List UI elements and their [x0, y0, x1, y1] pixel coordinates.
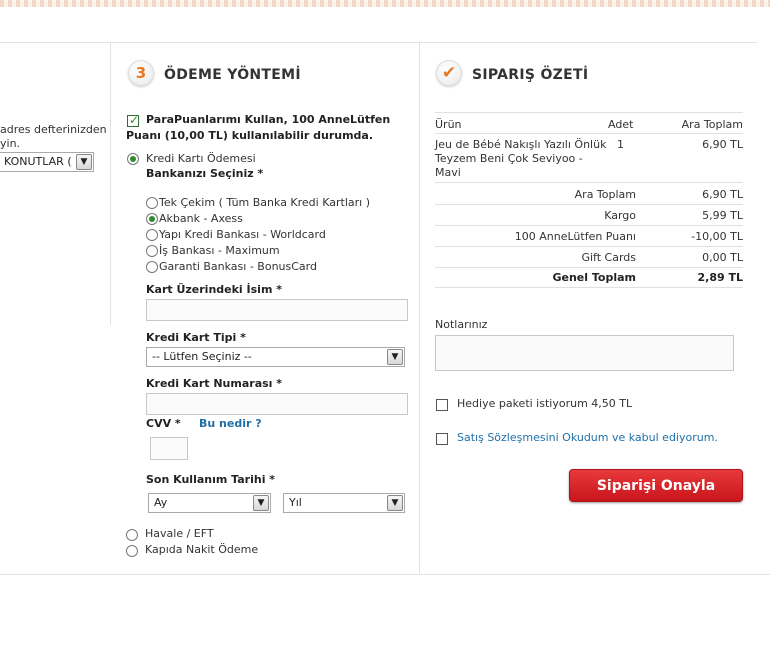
- bank-select-label: Bankanızı Seçiniz *: [146, 167, 264, 180]
- header-divider: [0, 42, 757, 43]
- item-price: 6,90 TL: [702, 138, 743, 151]
- card-number-label: Kredi Kart Numarası *: [146, 377, 283, 390]
- chevron-down-icon: ▼: [387, 495, 403, 511]
- bank-radio[interactable]: [146, 213, 158, 225]
- expiry-month-select[interactable]: Ay ▼: [148, 493, 271, 513]
- item-divider: [435, 182, 743, 183]
- summary-top-divider: [435, 112, 743, 113]
- item-qty: 1: [617, 138, 624, 151]
- total-row-value: 0,00 TL: [702, 251, 743, 264]
- item-name-line3: Mavi: [435, 166, 461, 179]
- bank-option-label: Yapı Kredi Bankası - Worldcard: [159, 228, 326, 241]
- parapuan-label-2: Puanı (10,00 TL) kullanılabilir durumda.: [126, 129, 374, 142]
- expiry-year-select[interactable]: Yıl ▼: [283, 493, 405, 513]
- bank-radio[interactable]: [146, 261, 158, 273]
- cash-on-delivery-radio[interactable]: [126, 545, 138, 557]
- expiry-label: Son Kullanım Tarihi *: [146, 473, 276, 486]
- summary-header-divider: [435, 133, 743, 134]
- total-row-value: -10,00 TL: [691, 230, 743, 243]
- bank-radio[interactable]: [146, 197, 158, 209]
- column-divider-right: [419, 43, 420, 573]
- parapuan-label-1: ParaPuanlarımı Kullan, 100 AnneLütfen: [146, 113, 391, 126]
- address-select-value: KONUTLAR (: [4, 155, 72, 168]
- bank-radio[interactable]: [146, 229, 158, 241]
- total-row-label: Gift Cards: [581, 251, 636, 264]
- bank-option-label: Akbank - Axess: [159, 212, 243, 225]
- card-name-input[interactable]: [146, 299, 408, 321]
- cvv-label: CVV *: [146, 417, 181, 430]
- item-name-line2: Teyzem Beni Çok Seviyoo -: [435, 152, 583, 165]
- total-row-label: Ara Toplam: [574, 188, 636, 201]
- card-type-value: -- Lütfen Seçiniz --: [152, 350, 252, 363]
- cvv-help-link[interactable]: Bu nedir ?: [199, 417, 262, 430]
- payment-title: ÖDEME YÖNTEMİ: [164, 67, 301, 83]
- parapuan-checkbox[interactable]: [127, 113, 139, 127]
- total-row-label: 100 AnneLütfen Puanı: [514, 230, 636, 243]
- step-number-badge: 3: [128, 60, 154, 86]
- transfer-label: Havale / EFT: [145, 527, 214, 540]
- notes-textarea[interactable]: [435, 335, 734, 371]
- credit-card-label: Kredi Kartı Ödemesi: [146, 152, 256, 165]
- bank-option-label: İş Bankası - Maximum: [159, 244, 280, 257]
- total-row-value: 6,90 TL: [702, 188, 743, 201]
- cvv-input[interactable]: [150, 437, 188, 460]
- grand-total-label: Genel Toplam: [552, 271, 636, 284]
- total-row-label: Kargo: [604, 209, 636, 222]
- total-row-divider: [435, 225, 743, 226]
- bank-option-label: Garanti Bankası - BonusCard: [159, 260, 317, 273]
- total-row-divider: [435, 204, 743, 205]
- card-name-label: Kart Üzerindeki İsim *: [146, 283, 282, 296]
- top-decorative-band: [0, 0, 770, 7]
- header-qty: Adet: [608, 118, 634, 131]
- card-type-label: Kredi Kart Tipi *: [146, 331, 246, 344]
- header-subtotal: Ara Toplam: [681, 118, 743, 131]
- contract-link[interactable]: Satış Sözleşmesini Okudum ve kabul ediyo…: [457, 431, 718, 444]
- address-text-1: adres defterinizden: [0, 123, 107, 136]
- credit-card-radio[interactable]: [127, 153, 139, 165]
- contract-checkbox[interactable]: [436, 433, 448, 445]
- gift-checkbox[interactable]: [436, 399, 448, 411]
- cash-on-delivery-label: Kapıda Nakit Ödeme: [145, 543, 259, 556]
- bank-option-label: Tek Çekim ( Tüm Banka Kredi Kartları ): [159, 196, 370, 209]
- grand-total-value: 2,89 TL: [697, 271, 743, 284]
- confirm-order-button[interactable]: Siparişi Onayla: [569, 469, 743, 502]
- address-select[interactable]: KONUTLAR ( ▼: [0, 152, 94, 172]
- chevron-down-icon: ▼: [253, 495, 269, 511]
- chevron-down-icon: ▼: [387, 349, 403, 365]
- card-type-select[interactable]: -- Lütfen Seçiniz -- ▼: [146, 347, 405, 367]
- card-number-input[interactable]: [146, 393, 408, 415]
- gift-label: Hediye paketi istiyorum 4,50 TL: [457, 397, 633, 410]
- notes-label: Notlarınız: [435, 318, 488, 331]
- transfer-radio[interactable]: [126, 529, 138, 541]
- total-row-value: 5,99 TL: [702, 209, 743, 222]
- chevron-down-icon: ▼: [76, 154, 92, 170]
- grand-total-divider: [435, 287, 743, 288]
- header-product: Ürün: [435, 118, 462, 131]
- summary-title: SIPARIŞ ÖZETİ: [472, 67, 589, 83]
- checkmark-icon: ✔: [436, 60, 462, 86]
- bank-radio[interactable]: [146, 245, 158, 257]
- column-divider-left: [110, 43, 111, 325]
- address-text-2: yin.: [0, 137, 21, 150]
- expiry-month-value: Ay: [154, 496, 168, 509]
- footer-divider: [0, 574, 770, 575]
- expiry-year-value: Yıl: [289, 496, 302, 509]
- total-row-divider: [435, 246, 743, 247]
- total-row-divider: [435, 267, 743, 268]
- item-name-line1: Jeu de Bébé Nakışlı Yazılı Önlük: [435, 138, 607, 151]
